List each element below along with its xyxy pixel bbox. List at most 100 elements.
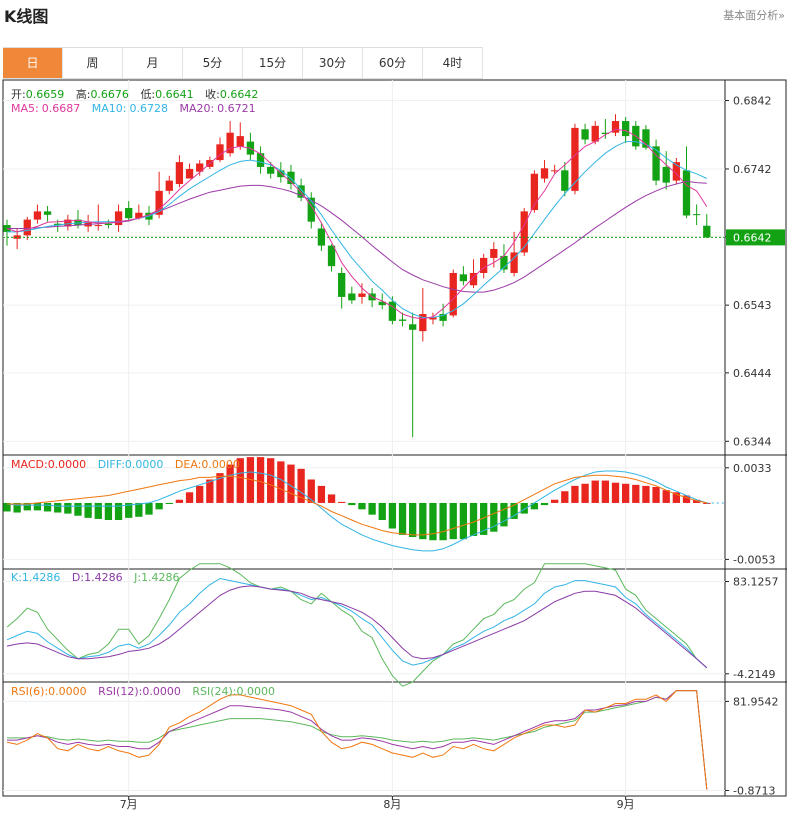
macd-bar bbox=[571, 485, 579, 503]
macd-legend: MACD:0.0000 DIFF:0.0000 DEA:0.0000 bbox=[11, 458, 240, 471]
ma10-value: 0.6728 bbox=[129, 102, 168, 115]
candle-body bbox=[165, 180, 173, 191]
k-label: K: bbox=[11, 571, 22, 584]
macd-bar bbox=[398, 502, 407, 535]
x-tick-label: 9月 bbox=[617, 798, 635, 811]
rsi24-line bbox=[7, 690, 708, 790]
macd-bar bbox=[652, 486, 660, 503]
macd-bar bbox=[459, 502, 468, 540]
macd-bar bbox=[74, 502, 82, 516]
macd-bar bbox=[94, 502, 102, 519]
macd-bar bbox=[277, 461, 285, 503]
macd-bar bbox=[54, 502, 62, 513]
diff-label: DIFF: bbox=[98, 458, 125, 471]
macd-bar bbox=[611, 482, 620, 503]
macd-bar bbox=[601, 480, 610, 503]
macd-bar bbox=[165, 502, 173, 505]
candle-body bbox=[114, 211, 123, 226]
rsi6-label: RSI(6): bbox=[11, 685, 48, 698]
y-tick-label: -0.8713 bbox=[733, 784, 775, 797]
ma20-label: MA20: bbox=[179, 102, 214, 115]
macd-bar bbox=[33, 502, 42, 511]
candle-body bbox=[104, 223, 113, 226]
candle-body bbox=[256, 153, 265, 167]
diff-value: 0.0000 bbox=[125, 458, 164, 471]
candle-body bbox=[490, 249, 498, 258]
macd-bar bbox=[145, 502, 153, 515]
rsi24-label: RSI(24): bbox=[192, 685, 236, 698]
macd-bar bbox=[632, 484, 640, 503]
y-tick-label: 0.6444 bbox=[733, 367, 772, 380]
macd-bar bbox=[84, 502, 92, 518]
y-tick-label: -4.2149 bbox=[733, 668, 775, 681]
macd-bar bbox=[622, 483, 630, 503]
candle-body bbox=[267, 166, 275, 174]
ma20-value: 0.6721 bbox=[217, 102, 256, 115]
candle-body bbox=[175, 162, 184, 185]
x-tick-label: 7月 bbox=[120, 798, 138, 811]
macd-bar bbox=[551, 499, 559, 503]
macd-bar bbox=[267, 458, 275, 503]
rsi6-value: 0.0000 bbox=[48, 685, 87, 698]
d-value: 1.4286 bbox=[84, 571, 123, 584]
j-label: J: bbox=[133, 571, 141, 584]
macd-bar bbox=[469, 502, 478, 536]
macd-bar bbox=[642, 485, 650, 503]
candle-body bbox=[94, 225, 102, 227]
candle-body bbox=[591, 125, 599, 142]
dea-label: DEA: bbox=[175, 458, 201, 471]
candle-body bbox=[125, 207, 133, 219]
candle-body bbox=[662, 166, 670, 183]
macd-bar bbox=[256, 457, 265, 503]
close-label: 收: bbox=[205, 87, 220, 101]
high-label: 高: bbox=[76, 87, 91, 101]
macd-bar bbox=[185, 492, 194, 503]
candle-body bbox=[185, 168, 194, 179]
candle-body bbox=[327, 245, 336, 267]
low-label: 低: bbox=[140, 88, 155, 101]
candle-body bbox=[23, 219, 31, 236]
rsi24-value: 0.0000 bbox=[236, 685, 275, 698]
candle-body bbox=[540, 168, 549, 179]
candle-body bbox=[703, 225, 711, 238]
rsi12-label: RSI(12): bbox=[98, 685, 142, 698]
kdj-d-line bbox=[6, 585, 708, 669]
macd-bar bbox=[368, 502, 376, 515]
macd-bar bbox=[388, 502, 397, 529]
dea-value: 0.0000 bbox=[201, 458, 240, 471]
y-tick-label: 0.6742 bbox=[733, 163, 772, 176]
macd-bar bbox=[206, 479, 214, 503]
macd-bar bbox=[135, 502, 143, 517]
macd-bar bbox=[449, 502, 457, 540]
macd-bar bbox=[338, 501, 346, 503]
candle-body bbox=[358, 293, 366, 297]
y-tick-label: 83.1257 bbox=[733, 576, 779, 589]
rsi-legend: RSI(6):0.0000 RSI(12):0.0000 RSI(24):0.0… bbox=[11, 685, 275, 698]
kline-widget: K线图 基本面分析» 日 周 月 5分 15分 30分 60分 4时 7月 8月 9… bbox=[0, 0, 787, 814]
ma10-label: MA10: bbox=[92, 102, 127, 115]
macd-bar bbox=[104, 502, 113, 520]
candle-body bbox=[682, 170, 691, 216]
macd-bar bbox=[591, 480, 599, 503]
ma5-value: 0.6687 bbox=[42, 102, 81, 115]
macd-label: MACD: bbox=[11, 458, 48, 471]
candle-body bbox=[43, 211, 52, 215]
macd-bar bbox=[317, 485, 326, 503]
macd-bar bbox=[581, 483, 589, 503]
ma10-line bbox=[7, 141, 708, 318]
open-value: 0.6659 bbox=[26, 88, 65, 101]
macd-bar bbox=[409, 502, 417, 538]
macd-bar bbox=[530, 502, 539, 510]
candle-body bbox=[338, 272, 346, 297]
y-tick-label: -0.0053 bbox=[733, 553, 775, 566]
macd-bar bbox=[358, 502, 366, 510]
candle-body bbox=[33, 211, 42, 220]
candle-body bbox=[409, 324, 417, 330]
macd-bar bbox=[540, 502, 549, 506]
j-value: 1.4286 bbox=[141, 571, 180, 584]
macd-bar bbox=[43, 502, 52, 512]
current-price-label: 0.6642 bbox=[733, 231, 772, 244]
y-tick-label: 81.9542 bbox=[733, 695, 779, 708]
y-tick-label: 0.6842 bbox=[733, 95, 772, 108]
macd-bar bbox=[327, 494, 336, 503]
